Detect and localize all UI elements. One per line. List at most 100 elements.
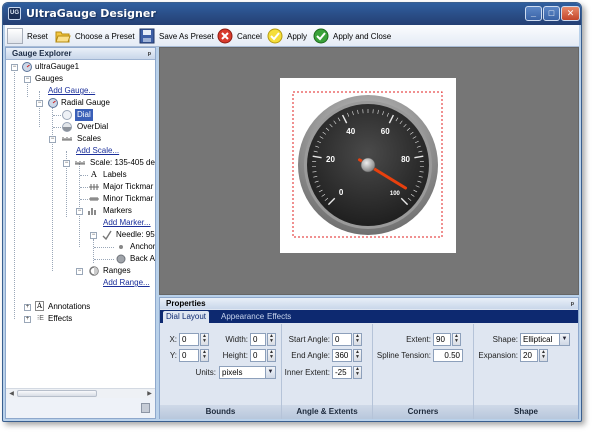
maximize-button[interactable]: □ (543, 6, 560, 21)
scale-expander[interactable]: − (63, 160, 70, 167)
gauge-tick-label: 100 (390, 191, 401, 197)
tab-dial-layout[interactable]: Dial Layout (163, 311, 210, 323)
y-field[interactable]: 0 (179, 349, 199, 362)
scroll-thumb[interactable] (17, 390, 97, 397)
height-stepper[interactable]: ▲ ▼ (267, 349, 276, 362)
gauge-canvas: 0 20 40 60 80 100 (280, 78, 456, 253)
tree-anchor-node[interactable]: Anchor (130, 241, 155, 253)
chevron-down-icon[interactable]: ▼ (265, 367, 275, 378)
pin-icon[interactable]: ᵖ (571, 299, 574, 310)
add-gauge-link[interactable]: Add Gauge... (48, 85, 95, 97)
explorer-header: Gauge Explorer ᵖ (6, 48, 155, 60)
extent-stepper[interactable]: ▲ ▼ (452, 333, 461, 346)
extent-field[interactable]: 90 (433, 333, 451, 346)
shape-group: Shape: Elliptical ▼ Expansion: 20 ▲ ▼ Sha… (474, 324, 578, 419)
tree-markers-node[interactable]: Markers (103, 205, 132, 217)
pin-icon[interactable]: ᵖ (148, 49, 151, 61)
inner-extent-field[interactable]: -25 (332, 366, 352, 379)
tree-scale-node[interactable]: Scale: 135-405 de (90, 157, 155, 169)
save-preset-button[interactable]: Save As Preset (139, 27, 214, 45)
inner-extent-stepper[interactable]: ▲ ▼ (353, 366, 362, 379)
needle-expander[interactable]: − (90, 232, 97, 239)
units-value: pixels (222, 368, 243, 377)
start-angle-field[interactable]: 0 (332, 333, 352, 346)
minimize-button[interactable]: _ (525, 6, 542, 21)
effects-expander[interactable]: + (24, 316, 31, 323)
add-scale-link[interactable]: Add Scale... (76, 145, 119, 157)
angle-extents-group: Start Angle: 0 ▲ ▼ End Angle: 360 ▲ ▼ Inne… (282, 324, 373, 419)
gauge-icon (22, 62, 32, 72)
scale-icon (75, 161, 85, 165)
start-angle-stepper[interactable]: ▲ ▼ (353, 333, 362, 346)
tree-minor-tick-node[interactable]: Minor Tickmar (103, 193, 153, 205)
explorer-title: Gauge Explorer (12, 49, 72, 58)
add-marker-link[interactable]: Add Marker... (103, 217, 151, 229)
tree-labels-node[interactable]: Labels (103, 169, 127, 181)
tree-major-tick-node[interactable]: Major Tickmar (103, 181, 153, 193)
x-field[interactable]: 0 (179, 333, 199, 346)
height-field[interactable]: 0 (250, 349, 266, 362)
add-range-link[interactable]: Add Range... (103, 277, 150, 289)
tree-back-anchor-node[interactable]: Back A (130, 253, 155, 265)
close-button[interactable]: ✕ (561, 6, 580, 21)
tree-effects-node[interactable]: Effects (48, 313, 72, 325)
shape-select[interactable]: Elliptical ▼ (520, 333, 570, 346)
tree-scales-node[interactable]: Scales (77, 133, 101, 145)
markers-icon (88, 208, 96, 215)
apply-button[interactable]: Apply (267, 27, 307, 45)
tree-gauges-node[interactable]: Gauges (35, 73, 63, 85)
x-stepper[interactable]: ▲ ▼ (200, 333, 209, 346)
tree-needle-node[interactable]: Needle: 95 (116, 229, 155, 241)
radial-gauge-expander[interactable]: − (36, 100, 43, 107)
ranges-icon (89, 266, 99, 276)
tree-ranges-node[interactable]: Ranges (103, 265, 131, 277)
delete-icon[interactable] (141, 403, 150, 413)
expansion-stepper[interactable]: ▲ ▼ (539, 349, 548, 362)
spline-tension-field[interactable]: 0.50 (433, 349, 463, 362)
chevron-down-icon[interactable]: ▼ (559, 334, 569, 345)
scroll-left-icon[interactable]: ◀ (7, 390, 16, 398)
floppy-disk-icon (139, 28, 155, 44)
shape-value: Elliptical (523, 335, 553, 344)
apply-close-button[interactable]: Apply and Close (313, 27, 391, 45)
gauge-tick-label: 0 (339, 188, 344, 197)
annotations-expander[interactable]: + (24, 304, 31, 311)
units-select[interactable]: pixels ▼ (219, 366, 276, 379)
x-label: X: (169, 335, 177, 344)
angle-extents-header: Angle & Extents (282, 405, 372, 419)
markers-expander[interactable]: − (76, 208, 83, 215)
scales-expander[interactable]: − (49, 136, 56, 143)
expansion-field[interactable]: 20 (520, 349, 538, 362)
root-expander[interactable]: − (11, 64, 18, 71)
reset-button[interactable]: Reset (7, 27, 48, 45)
tree-root-node[interactable]: ultraGauge1 (35, 61, 79, 73)
tree-overdial-node[interactable]: OverDial (77, 121, 108, 133)
gauge-explorer-panel: Gauge Explorer ᵖ − ultraGauge1 − Gauges … (5, 47, 156, 419)
width-field[interactable]: 0 (250, 333, 266, 346)
cancel-icon (217, 28, 233, 44)
end-angle-field[interactable]: 360 (332, 349, 352, 362)
width-stepper[interactable]: ▲ ▼ (267, 333, 276, 346)
anchor-icon (119, 245, 123, 249)
gauge-tick-label: 20 (326, 155, 335, 164)
tree-dial-node[interactable]: Dial (75, 109, 93, 121)
cancel-button[interactable]: Cancel (217, 27, 262, 45)
cancel-label: Cancel (237, 31, 262, 41)
y-stepper[interactable]: ▲ ▼ (200, 349, 209, 362)
folder-open-icon (55, 28, 71, 44)
ranges-expander[interactable]: − (76, 268, 83, 275)
choose-preset-button[interactable]: Choose a Preset (55, 27, 135, 45)
title-bar[interactable]: UG UltraGauge Designer _ □ ✕ (3, 3, 581, 25)
needle-icon (102, 230, 112, 240)
tab-appearance[interactable]: Appearance (218, 311, 267, 323)
scroll-right-icon[interactable]: ▶ (145, 390, 154, 398)
gauges-expander[interactable]: − (24, 76, 31, 83)
tab-effects[interactable]: Effects (264, 311, 294, 323)
explorer-horizontal-scrollbar[interactable]: ◀ ▶ (6, 388, 155, 398)
bounds-group: X: 0 ▲ ▼ Y: 0 ▲ ▼ Width: 0 ▲ ▼ Height: 0 ▲ ▼… (160, 324, 282, 419)
tree-annotations-node[interactable]: Annotations (48, 301, 90, 313)
save-preset-label: Save As Preset (159, 31, 214, 41)
tree-radial-gauge-node[interactable]: Radial Gauge (61, 97, 110, 109)
start-angle-label: Start Angle: (288, 335, 330, 344)
end-angle-stepper[interactable]: ▲ ▼ (353, 349, 362, 362)
